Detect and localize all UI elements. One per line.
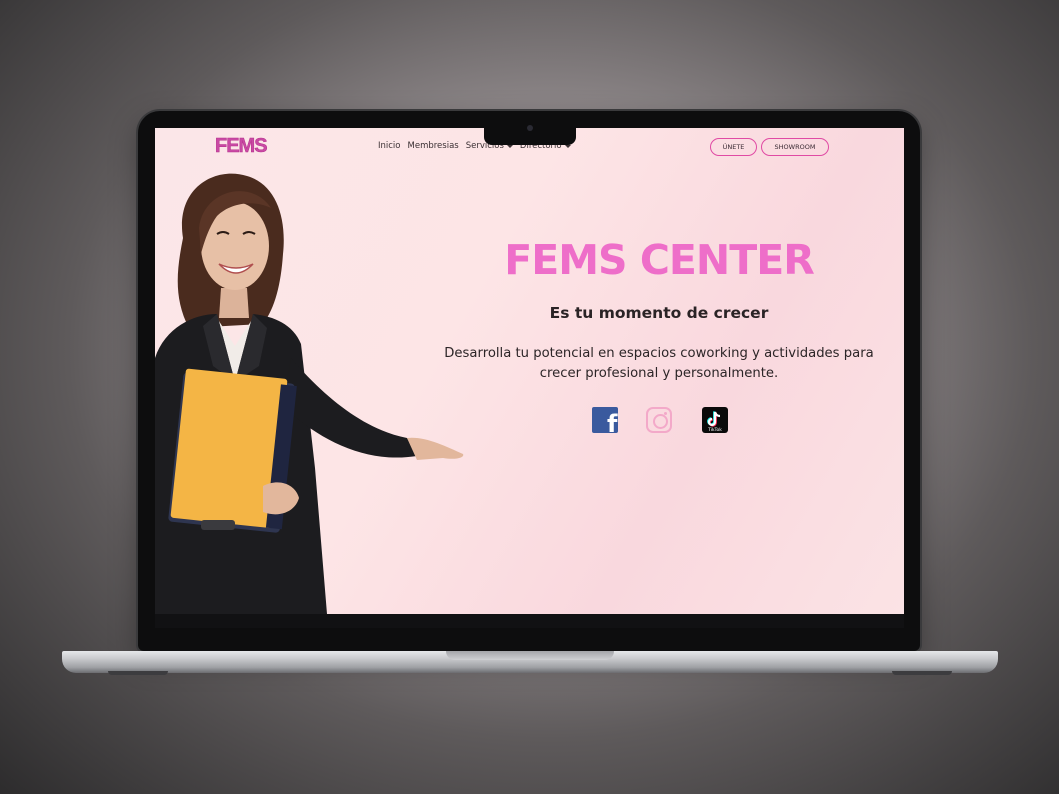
hero-description-line: crecer profesional y personalmente.: [539, 366, 779, 381]
camera-icon: [527, 125, 533, 131]
laptop-screen: FEMS Inicio Membresias Servicios Directo…: [155, 128, 904, 614]
hero-description: Desarrolla tu potencial en espacios cowo…: [433, 344, 885, 384]
screen-bottom-bezel: [155, 614, 904, 628]
hero-subtitle: Es tu momento de crecer: [549, 304, 769, 322]
site-logo[interactable]: FEMS: [215, 135, 268, 158]
laptop-foot-right: [892, 671, 952, 675]
menu-item-label: Inicio: [378, 141, 401, 151]
hero-person-image: [155, 173, 464, 614]
hero-title: FEMS CENTER: [504, 236, 815, 284]
hero-description-line: Desarrolla tu potencial en espacios cowo…: [444, 346, 874, 361]
menu-item-label: Membresias: [407, 141, 459, 151]
menu-item-inicio[interactable]: Inicio: [378, 141, 401, 151]
laptop-lid: FEMS Inicio Membresias Servicios Directo…: [138, 111, 920, 651]
facebook-icon[interactable]: f: [592, 407, 618, 433]
instagram-icon[interactable]: [646, 407, 672, 433]
laptop-hinge-notch: [446, 651, 614, 660]
showroom-button[interactable]: SHOWROOM: [761, 138, 829, 156]
svg-text:TikTok: TikTok: [707, 427, 722, 433]
menu-item-membresias[interactable]: Membresias: [408, 141, 459, 151]
tiktok-icon[interactable]: TikTok: [702, 407, 728, 433]
join-button[interactable]: ÚNETE: [710, 138, 757, 156]
svg-text:f: f: [607, 410, 618, 433]
laptop-foot-left: [108, 671, 168, 675]
